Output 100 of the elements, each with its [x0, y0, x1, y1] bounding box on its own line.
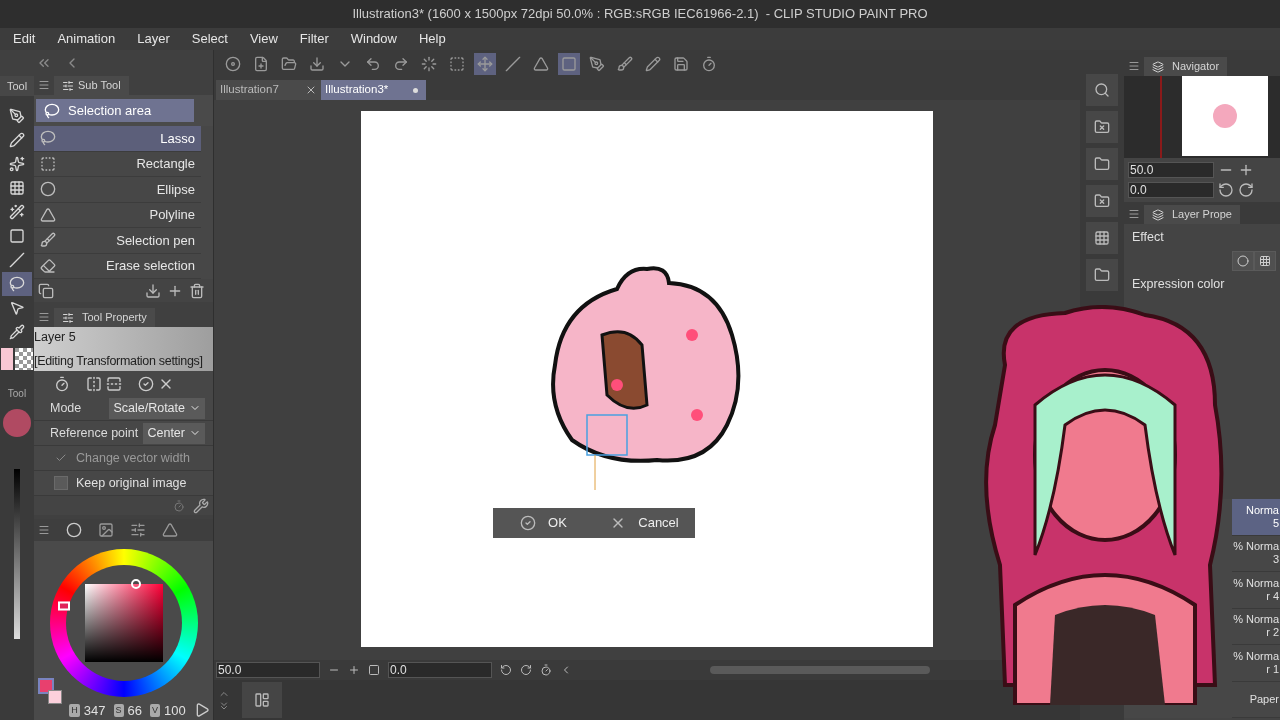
fit-icon[interactable]	[368, 664, 380, 676]
circle-icon	[1237, 254, 1249, 267]
channel-value: 347	[83, 701, 106, 720]
layer-row[interactable]: Paper	[1232, 681, 1280, 718]
sub-tool-item[interactable]: Rectangle	[34, 151, 201, 178]
checkbox[interactable]	[54, 476, 68, 491]
panel-tab[interactable]: Navigator	[1144, 57, 1228, 76]
layout-button[interactable]	[242, 682, 282, 718]
tool-group-header[interactable]: Selection area	[36, 99, 194, 123]
main-color-swatch[interactable]	[38, 678, 54, 694]
toolbar-icon	[477, 56, 493, 72]
rotate-right-icon[interactable]	[520, 664, 532, 676]
layer-row[interactable]: Norma 5	[1232, 499, 1280, 536]
menu-item[interactable]: Select	[191, 29, 228, 49]
panel-icon-button[interactable]	[1086, 148, 1118, 180]
toolbar-icon	[645, 56, 661, 72]
toolbar-icon	[701, 56, 717, 72]
wrench-icon[interactable]	[193, 497, 209, 514]
toolbar-icon	[617, 56, 633, 72]
trash-icon[interactable]	[189, 282, 205, 299]
menu-item[interactable]: Filter	[299, 29, 329, 49]
reset-rotation-icon[interactable]	[540, 664, 552, 676]
section-label: Effect	[1131, 229, 1165, 246]
document-tab[interactable]: Illustration3*	[321, 80, 426, 100]
zoom-field[interactable]: 50.0	[216, 662, 320, 678]
image-icon[interactable]	[98, 521, 114, 538]
zoom-in-icon[interactable]	[348, 664, 360, 676]
folder-x-icon	[1094, 119, 1110, 135]
tool-button[interactable]	[2, 272, 32, 296]
zoom-in-icon[interactable]	[1238, 162, 1254, 178]
layer-row[interactable]: % Norma r 4	[1232, 572, 1280, 609]
close-icon[interactable]	[305, 84, 317, 96]
panel-icon-button[interactable]	[1086, 222, 1118, 254]
document-tab[interactable]: Illustration7	[216, 80, 321, 100]
panel-icon-button[interactable]	[1086, 185, 1118, 217]
panel-icon-button[interactable]	[1086, 74, 1118, 106]
panel-icon-button[interactable]	[1086, 111, 1118, 143]
magic-wand-icon	[9, 204, 25, 220]
reset-icon[interactable]	[54, 375, 70, 392]
triangle-icon[interactable]	[162, 521, 178, 538]
layer-row[interactable]: % Norma r 2	[1232, 608, 1280, 645]
flip-horizontal-icon[interactable]	[86, 375, 102, 392]
cancel-button[interactable]: Cancel	[594, 508, 695, 538]
menu-icon[interactable]	[38, 79, 50, 92]
layer-name: r 4	[1266, 589, 1279, 603]
transparent-color-swatch[interactable]	[15, 348, 33, 370]
sub-tool-item[interactable]: Ellipse	[34, 177, 201, 203]
rotation-field[interactable]: 0.0	[388, 662, 492, 678]
confirm-icon[interactable]	[138, 375, 154, 392]
layer-row[interactable]: % Norma r 1	[1232, 645, 1280, 682]
zoom-field[interactable]: 50.0	[1128, 162, 1214, 178]
toolbar-icon	[365, 56, 381, 72]
menu-item[interactable]: Help	[419, 29, 446, 49]
menu-item[interactable]: Animation	[57, 29, 116, 49]
channel-label: H	[69, 703, 80, 717]
rotate-left-icon[interactable]	[1218, 182, 1234, 198]
ok-button[interactable]: OK	[493, 508, 594, 538]
sliders-icon	[62, 311, 74, 324]
menu-icon[interactable]	[1128, 208, 1140, 220]
sub-tool-item[interactable]: Lasso	[34, 126, 201, 152]
panel-tab[interactable]: Sub Tool	[54, 76, 129, 96]
effect-button[interactable]	[1232, 250, 1254, 271]
panel-tab[interactable]: Tool Property	[54, 308, 155, 328]
tool-tab[interactable]: Tool	[0, 76, 34, 96]
toolbar-icon	[309, 56, 325, 72]
flip-vertical-icon[interactable]	[106, 375, 122, 392]
effect-button[interactable]	[1254, 250, 1276, 271]
panel-icon-button[interactable]	[1086, 259, 1118, 291]
brush-size-preview	[3, 409, 31, 437]
main-color-swatch[interactable]	[1, 348, 13, 370]
panel-tab[interactable]: Layer Prope	[1144, 205, 1240, 224]
menu-icon[interactable]	[38, 523, 50, 536]
menu-item[interactable]: Edit	[13, 29, 36, 49]
rotate-right-icon[interactable]	[1238, 182, 1254, 198]
toolbar-icon	[393, 56, 409, 72]
canvas[interactable]: OK Cancel	[361, 111, 933, 647]
sliders-icon[interactable]	[130, 521, 146, 538]
rotate-left-icon[interactable]	[500, 664, 512, 676]
sub-tool-item[interactable]: Selection pen	[34, 228, 201, 254]
menu-icon[interactable]	[38, 311, 50, 324]
copy-icon[interactable]	[38, 282, 54, 299]
menu-item[interactable]: View	[249, 29, 278, 49]
sub-tool-item[interactable]: Polyline	[34, 202, 201, 229]
sub-color-swatch[interactable]	[48, 690, 62, 704]
setting-dropdown[interactable]: Scale/Rotate	[109, 397, 205, 419]
menu-item[interactable]: Window	[350, 29, 397, 49]
circle-icon[interactable]	[66, 521, 82, 538]
color-picker-handle[interactable]	[130, 578, 141, 589]
circle-icon	[40, 181, 56, 198]
rotation-field[interactable]: 0.0	[1128, 182, 1214, 198]
blend-mode: % Norma	[1233, 540, 1279, 554]
menu-icon[interactable]	[1128, 60, 1140, 72]
hue-handle[interactable]	[58, 601, 71, 611]
download-icon[interactable]	[145, 282, 161, 299]
horizontal-scrollbar[interactable]	[710, 666, 930, 674]
layer-row[interactable]: % Norma 3	[1232, 535, 1280, 572]
menu-item[interactable]: Layer	[137, 29, 170, 49]
setting-dropdown[interactable]: Center	[143, 422, 205, 444]
toolbar-icon	[673, 56, 689, 72]
chevrons-down-icon[interactable]	[218, 700, 230, 712]
